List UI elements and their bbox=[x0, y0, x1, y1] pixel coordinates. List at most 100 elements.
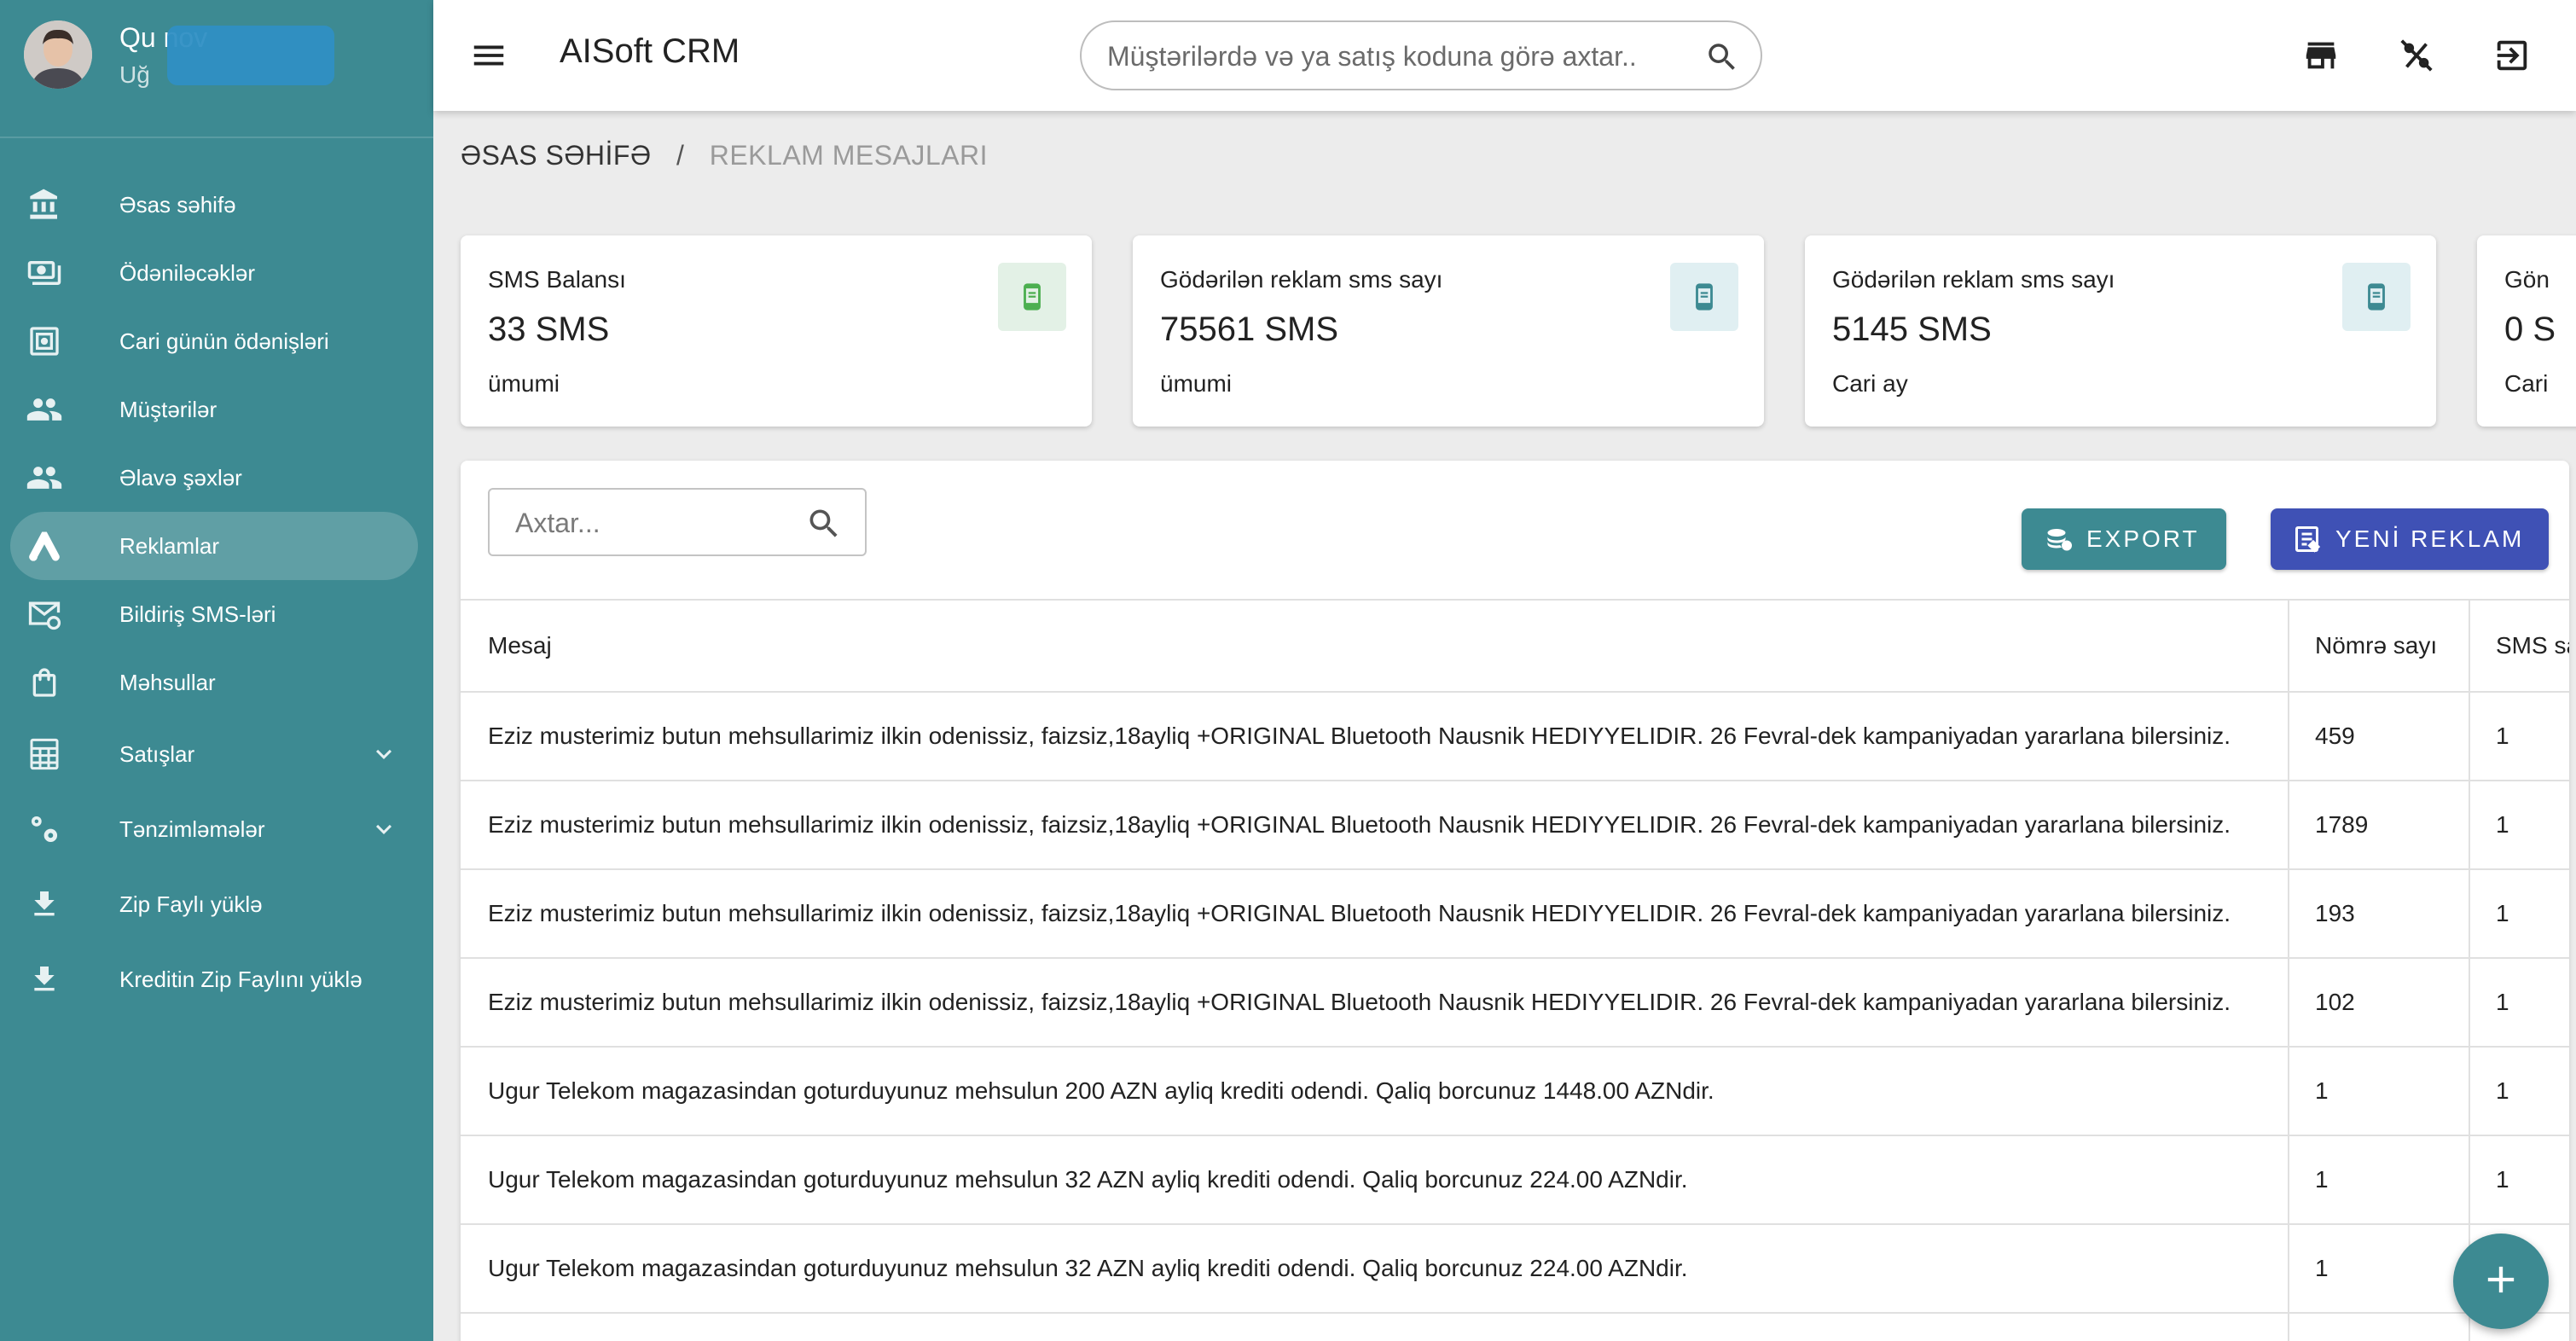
column-header-message[interactable]: Mesaj bbox=[488, 601, 2450, 691]
sidebar-item-ads[interactable]: Reklamlar bbox=[10, 512, 418, 580]
breadcrumb-home-link[interactable]: ƏSAS SƏHİFƏ bbox=[461, 140, 652, 171]
cell-sms-count: 1 bbox=[2496, 1077, 2509, 1104]
cell-message: Ugur Telekom magazasindan goturduyunuz m… bbox=[488, 1166, 1688, 1193]
plus-icon bbox=[2479, 1257, 2523, 1306]
cell-number-count: 459 bbox=[2315, 723, 2355, 749]
app-root: Qu nov Uğ Əsas səhifə Ödəniləcəklər Cari… bbox=[0, 0, 2576, 1341]
cell-number-count: 1789 bbox=[2315, 811, 2369, 838]
download-icon bbox=[24, 884, 65, 925]
cell-number-count: 1 bbox=[2315, 1166, 2329, 1193]
bank-icon bbox=[24, 184, 65, 225]
table-row[interactable]: Ugur Telekom magazasindan goturduyunuz m… bbox=[461, 1136, 2569, 1225]
safe-icon bbox=[24, 321, 65, 362]
search-icon[interactable] bbox=[805, 505, 843, 543]
percent-off-icon[interactable] bbox=[2397, 36, 2436, 75]
stat-card-partial: Gön 0 S Cari bbox=[2477, 235, 2576, 427]
stat-card-sms-balance: SMS Balansı 33 SMS ümumi bbox=[461, 235, 1092, 427]
sidebar-item-customers[interactable]: Müştərilər bbox=[0, 375, 433, 444]
sidebar: Qu nov Uğ Əsas səhifə Ödəniləcəklər Cari… bbox=[0, 0, 433, 1341]
export-button[interactable]: EXPORT bbox=[2022, 508, 2226, 570]
cell-message: Eziz musterimiz butun mehsullarimiz ilki… bbox=[488, 900, 2231, 926]
user-profile[interactable]: Qu nov Uğ bbox=[0, 0, 433, 138]
cell-sms-count: 1 bbox=[2496, 900, 2509, 926]
people-icon bbox=[24, 389, 65, 430]
table-row[interactable]: Eziz musterimiz butun mehsullarimiz ilki… bbox=[461, 870, 2569, 959]
stat-card-title: Gödərilən reklam sms sayı bbox=[1160, 266, 1443, 293]
sidebar-item-sales[interactable]: Satışlar bbox=[0, 717, 433, 792]
sidebar-item-label: Əsas səhifə bbox=[119, 191, 236, 218]
logout-icon[interactable] bbox=[2492, 36, 2532, 75]
download-icon bbox=[24, 959, 65, 1000]
sidebar-item-label: Əlavə şəxlər bbox=[119, 464, 242, 491]
redaction-overlay bbox=[167, 26, 334, 85]
sidebar-item-zip-download[interactable]: Zip Faylı yüklə bbox=[0, 867, 433, 942]
settings-icon bbox=[24, 809, 65, 850]
cell-number-count: 1 bbox=[2315, 1077, 2329, 1104]
store-icon[interactable] bbox=[2301, 36, 2341, 75]
table-row[interactable]: Ugur Telekom magazasindan goturduyunuz m… bbox=[461, 1225, 2569, 1314]
sidebar-item-payables[interactable]: Ödəniləcəklər bbox=[0, 239, 433, 307]
stat-card-value: 5145 SMS bbox=[1832, 311, 1992, 348]
export-button-label: EXPORT bbox=[2086, 525, 2200, 552]
cash-icon bbox=[24, 253, 65, 293]
stat-card-title: SMS Balansı bbox=[488, 266, 626, 293]
cell-message: Eziz musterimiz butun mehsullarimiz ilki… bbox=[488, 723, 2231, 749]
cell-message: Eziz musterimiz butun mehsullarimiz ilki… bbox=[488, 989, 2231, 1015]
new-ad-button[interactable]: YENİ REKLAM bbox=[2271, 508, 2549, 570]
sidebar-item-label: Zip Faylı yüklə bbox=[119, 891, 263, 917]
spreadsheet-icon bbox=[24, 734, 65, 775]
table-row[interactable]: Ugur Telekom magazasindan goturduyunuz m… bbox=[461, 1048, 2569, 1136]
stat-card-sent-total: Gödərilən reklam sms sayı 75561 SMS ümum… bbox=[1133, 235, 1764, 427]
column-header-number-count[interactable]: Nömrə sayı bbox=[2315, 601, 2469, 691]
chevron-down-icon[interactable] bbox=[368, 739, 399, 769]
sidebar-item-credit-zip-download[interactable]: Kreditin Zip Faylını yüklə bbox=[0, 942, 433, 1017]
column-header-sms-count[interactable]: SMS sa bbox=[2496, 601, 2569, 691]
cell-message: Ugur Telekom magazasindan goturduyunuz m… bbox=[488, 1255, 1688, 1281]
sidebar-item-label: Cari günün ödənişləri bbox=[119, 328, 329, 354]
stat-card-title: Gödərilən reklam sms sayı bbox=[1832, 266, 2115, 293]
sidebar-item-label: Məhsullar bbox=[119, 669, 216, 695]
cell-message: Eziz musterimiz butun mehsullarimiz ilki… bbox=[488, 811, 2231, 838]
table-search bbox=[488, 488, 867, 556]
cell-number-count: 102 bbox=[2315, 989, 2355, 1015]
mail-sync-icon bbox=[24, 594, 65, 635]
sidebar-item-additional-persons[interactable]: Əlavə şəxlər bbox=[0, 444, 433, 512]
cell-number-count: 1 bbox=[2315, 1255, 2329, 1281]
sidebar-item-products[interactable]: Məhsullar bbox=[0, 648, 433, 717]
new-document-icon bbox=[2293, 524, 2324, 554]
new-ad-button-label: YENİ REKLAM bbox=[2335, 525, 2525, 552]
table-search-input[interactable] bbox=[515, 502, 797, 544]
table-header-row: Mesaj Nömrə sayı SMS sa bbox=[461, 599, 2569, 693]
cell-message: Ugur Telekom magazasindan goturduyunuz m… bbox=[488, 1077, 1714, 1104]
sidebar-item-home[interactable]: Əsas səhifə bbox=[0, 171, 433, 239]
sidebar-item-label: Reklamlar bbox=[119, 532, 220, 559]
global-search-input[interactable] bbox=[1107, 34, 1670, 78]
sidebar-item-label: Müştərilər bbox=[119, 396, 218, 422]
stat-card-subtitle: ümumi bbox=[488, 370, 560, 397]
add-fab-button[interactable] bbox=[2453, 1234, 2549, 1329]
chevron-down-icon[interactable] bbox=[368, 814, 399, 845]
breadcrumb-separator: / bbox=[676, 140, 685, 171]
table-row[interactable]: Eziz musterimiz butun mehsullarimiz ilki… bbox=[461, 781, 2569, 870]
sidebar-item-notification-sms[interactable]: Bildiriş SMS-ləri bbox=[0, 580, 433, 648]
phone-icon bbox=[998, 263, 1066, 331]
main-content: ƏSAS SƏHİFƏ / REKLAM MESAJLARI SMS Balan… bbox=[433, 111, 2576, 1341]
search-icon[interactable] bbox=[1704, 39, 1740, 75]
table-row[interactable]: Eziz musterimiz butun mehsullarimiz ilki… bbox=[461, 959, 2569, 1048]
sidebar-item-settings[interactable]: Tənzimləmələr bbox=[0, 792, 433, 867]
ads-table: Mesaj Nömrə sayı SMS sa Eziz musterimiz … bbox=[461, 599, 2569, 1314]
people-icon bbox=[24, 457, 65, 498]
global-search bbox=[1080, 20, 1762, 90]
stat-card-value: 75561 SMS bbox=[1160, 311, 1339, 348]
sidebar-item-today-payments[interactable]: Cari günün ödənişləri bbox=[0, 307, 433, 375]
menu-icon[interactable] bbox=[469, 36, 508, 75]
phone-icon bbox=[1670, 263, 1738, 331]
table-row[interactable]: Eziz musterimiz butun mehsullarimiz ilki… bbox=[461, 693, 2569, 781]
sidebar-item-label: Satışlar bbox=[119, 740, 195, 767]
sidebar-item-label: Bildiriş SMS-ləri bbox=[119, 601, 276, 627]
stat-card-title: Gön bbox=[2504, 266, 2550, 293]
cell-number-count: 193 bbox=[2315, 900, 2355, 926]
stat-card-subtitle: Cari ay bbox=[1832, 370, 1908, 397]
stat-card-value: 33 SMS bbox=[488, 311, 610, 348]
sidebar-item-label: Ödəniləcəklər bbox=[119, 259, 255, 286]
